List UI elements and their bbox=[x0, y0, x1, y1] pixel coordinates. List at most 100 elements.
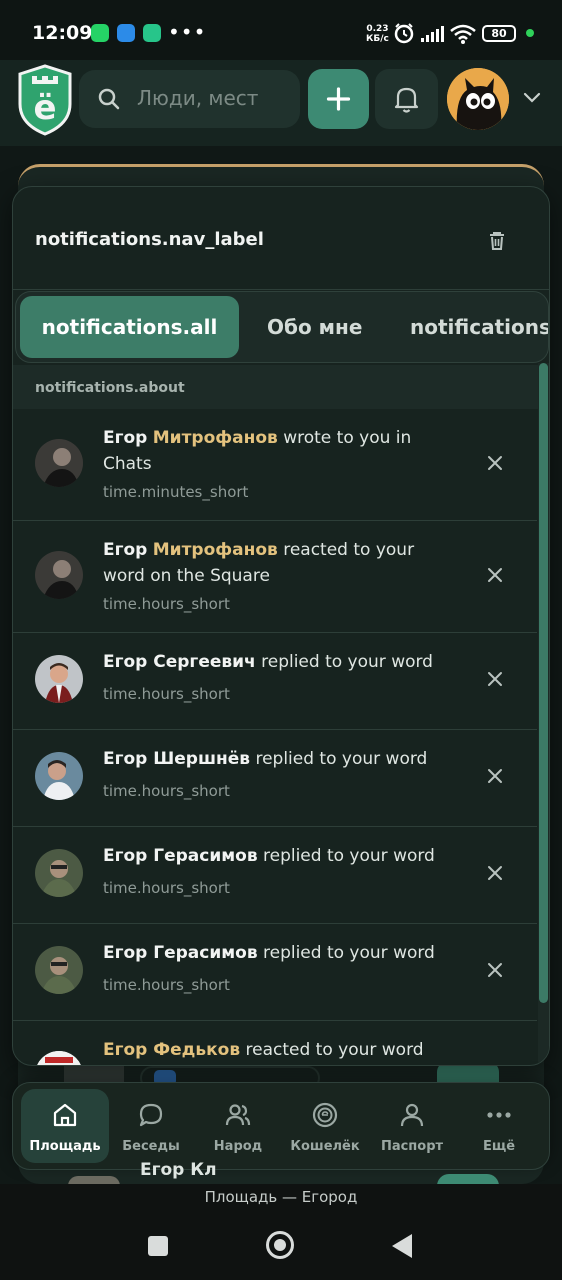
notification-time: time.hours_short bbox=[103, 685, 230, 703]
layers-icon bbox=[143, 24, 161, 42]
avatar bbox=[35, 946, 83, 994]
sender-name[interactable]: Егор Герасимов bbox=[103, 846, 258, 866]
person-photo-icon bbox=[35, 849, 83, 897]
notification-action: replied to your word bbox=[263, 943, 435, 963]
sender-first-name[interactable]: Егор bbox=[103, 428, 147, 448]
close-icon[interactable] bbox=[483, 563, 507, 587]
trash-icon[interactable] bbox=[485, 229, 509, 253]
notification-text: Егор Шершнёв replied to your word bbox=[103, 746, 443, 772]
plus-icon bbox=[326, 87, 351, 111]
nav-label: Паспорт bbox=[380, 1139, 444, 1154]
person-photo-icon bbox=[35, 439, 83, 487]
people-icon bbox=[225, 1104, 251, 1126]
search-input[interactable]: Люди, мест bbox=[137, 86, 287, 110]
avatar bbox=[35, 1051, 83, 1065]
section-label: notifications.about bbox=[35, 380, 185, 396]
notifications-button[interactable] bbox=[375, 69, 438, 129]
notification-text: Егор Митрофанов wrote to you in Chats bbox=[103, 425, 443, 477]
sender-last-name[interactable]: Митрофанов bbox=[153, 540, 278, 560]
tab-other[interactable]: notifications bbox=[410, 296, 548, 358]
sender-first-name[interactable]: Егор bbox=[103, 540, 147, 560]
notification-item[interactable]: Егор Сергеевич replied to your word time… bbox=[13, 633, 537, 730]
close-icon[interactable] bbox=[483, 958, 507, 982]
notifications-title: notifications.nav_label bbox=[35, 229, 264, 250]
tab-all[interactable]: notifications.all bbox=[20, 296, 239, 358]
sender-name[interactable]: Егор Сергеевич bbox=[103, 652, 256, 672]
back-button[interactable] bbox=[392, 1234, 412, 1258]
nav-more[interactable]: Ещё bbox=[455, 1089, 543, 1163]
person-photo-icon bbox=[35, 946, 83, 994]
close-icon[interactable] bbox=[483, 667, 507, 691]
cloud-icon bbox=[117, 24, 135, 42]
notification-text: Егор Митрофанов reacted to your word on … bbox=[103, 537, 443, 589]
notification-item[interactable]: Егор Федьков reacted to your word bbox=[13, 1021, 537, 1065]
recents-button[interactable] bbox=[148, 1236, 168, 1256]
notification-time: time.hours_short bbox=[103, 976, 230, 994]
more-dots-icon bbox=[487, 1112, 511, 1118]
close-icon[interactable] bbox=[483, 451, 507, 475]
notification-text: Егор Федьков reacted to your word bbox=[103, 1037, 443, 1063]
close-icon[interactable] bbox=[483, 861, 507, 885]
privacy-dot-icon bbox=[526, 29, 534, 37]
close-icon[interactable] bbox=[483, 764, 507, 788]
nav-square[interactable]: Площадь bbox=[21, 1089, 109, 1163]
notification-item[interactable]: Егор Митрофанов reacted to your word on … bbox=[13, 521, 537, 633]
notification-time: time.hours_short bbox=[103, 595, 230, 613]
nav-people[interactable]: Народ bbox=[194, 1089, 282, 1163]
logo-avatar-icon bbox=[35, 1051, 83, 1065]
shield-logo-icon: ё bbox=[18, 64, 72, 136]
notification-item[interactable]: Егор Герасимов replied to your word time… bbox=[13, 827, 537, 924]
home-button[interactable] bbox=[266, 1231, 294, 1259]
notifications-panel: notifications.nav_label notifications.al… bbox=[12, 186, 550, 1066]
avatar bbox=[35, 439, 83, 487]
nav-passport[interactable]: Паспорт bbox=[368, 1089, 456, 1163]
tab-about-me[interactable]: Обо мне bbox=[267, 296, 362, 358]
nav-label: Кошелёк bbox=[290, 1139, 360, 1154]
status-bar: 12:09 ••• 0.23 КБ/с 80 bbox=[0, 0, 562, 60]
user-avatar[interactable] bbox=[447, 68, 509, 130]
search-box[interactable]: Люди, мест bbox=[79, 70, 300, 128]
notification-text: Егор Герасимов replied to your word bbox=[103, 940, 443, 966]
nav-chats[interactable]: Беседы bbox=[107, 1089, 195, 1163]
coin-icon bbox=[312, 1102, 338, 1128]
person-photo-icon bbox=[35, 551, 83, 599]
scrollbar-thumb[interactable] bbox=[539, 363, 548, 1003]
battery-indicator: 80 bbox=[482, 25, 516, 42]
sender-name[interactable]: Егор Шершнёв bbox=[103, 749, 250, 769]
notification-item[interactable]: Егор Герасимов replied to your word time… bbox=[13, 924, 537, 1021]
create-button[interactable] bbox=[308, 69, 369, 129]
network-speed-value: 0.23 bbox=[366, 24, 389, 34]
sender-name[interactable]: Егор Герасимов bbox=[103, 943, 258, 963]
notification-tabs: notifications.all Обо мне notifications bbox=[15, 291, 549, 363]
sender-last-name[interactable]: Митрофанов bbox=[153, 428, 278, 448]
notification-item[interactable]: Егор Митрофанов wrote to you in Chats ti… bbox=[13, 409, 537, 521]
search-icon bbox=[98, 88, 120, 110]
status-time: 12:09 bbox=[32, 22, 93, 44]
notification-item[interactable]: Егор Шершнёв replied to your word time.h… bbox=[13, 730, 537, 827]
notification-time: time.hours_short bbox=[103, 782, 230, 800]
cat-avatar-icon bbox=[447, 68, 509, 130]
avatar bbox=[35, 655, 83, 703]
section-header: notifications.about bbox=[13, 365, 539, 409]
nav-wallet[interactable]: Кошелёк bbox=[281, 1089, 369, 1163]
notification-action: replied to your word bbox=[261, 652, 433, 672]
person-photo-icon bbox=[35, 752, 83, 800]
person-icon bbox=[400, 1103, 424, 1127]
notification-text: Егор Герасимов replied to your word bbox=[103, 843, 443, 869]
avatar bbox=[35, 551, 83, 599]
nav-label: Ещё bbox=[482, 1139, 516, 1154]
notification-time: time.minutes_short bbox=[103, 483, 249, 501]
app-logo[interactable]: ё bbox=[16, 64, 74, 140]
chevron-down-icon[interactable] bbox=[523, 92, 541, 104]
alarm-icon bbox=[394, 23, 414, 44]
sender-name[interactable]: Егор Федьков bbox=[103, 1040, 240, 1060]
chat-bubble-icon bbox=[139, 1103, 163, 1127]
more-notifications-icon: ••• bbox=[168, 20, 207, 44]
bottom-navigation: Площадь Беседы Народ Кошелёк Паспорт Ещё bbox=[12, 1082, 550, 1170]
network-speed: 0.23 КБ/с bbox=[366, 24, 389, 44]
signal-icon bbox=[421, 26, 444, 42]
avatar bbox=[35, 849, 83, 897]
notification-action: reacted to your word bbox=[245, 1040, 424, 1060]
notification-time: time.hours_short bbox=[103, 879, 230, 897]
home-icon bbox=[53, 1103, 77, 1127]
